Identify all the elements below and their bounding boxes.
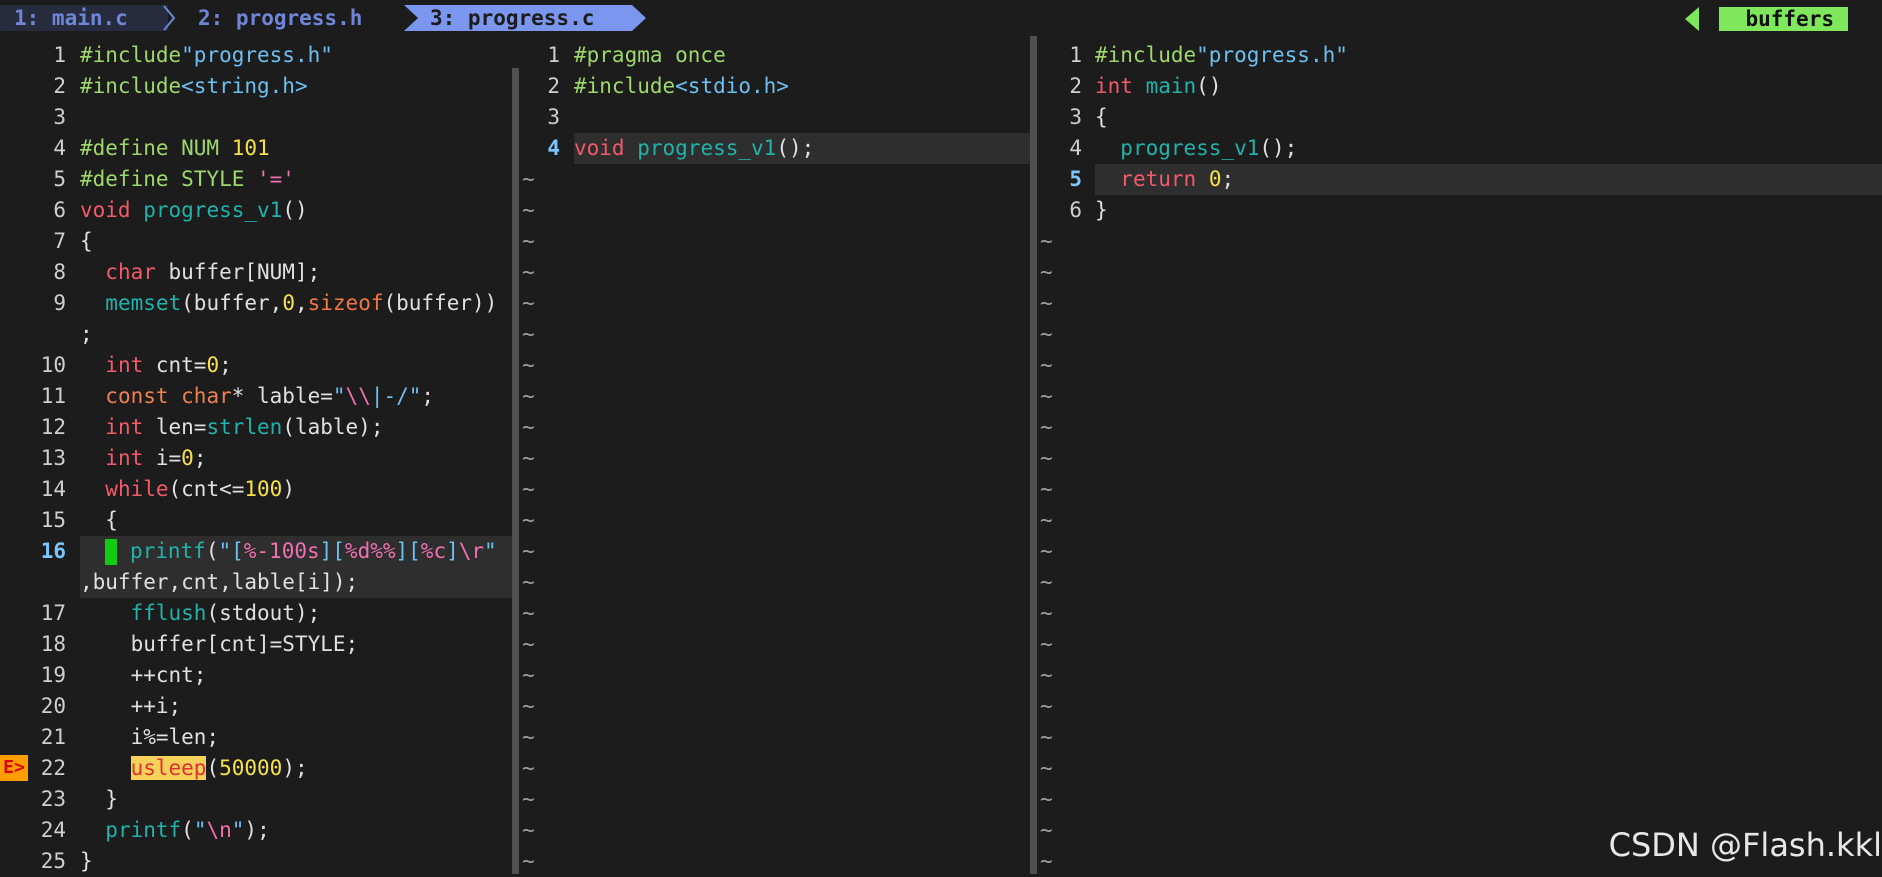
line-number: 6 xyxy=(1069,198,1082,222)
current-line-number: 5 xyxy=(1069,167,1082,191)
code-line[interactable]: ++cnt; xyxy=(80,660,207,691)
code-line[interactable]: usleep(50000); xyxy=(80,753,308,784)
current-line-number: 16 xyxy=(40,539,66,563)
code-line[interactable]: { xyxy=(80,505,118,536)
code-line[interactable]: const char* lable="\\|-/"; xyxy=(80,381,434,412)
line-number: 11 xyxy=(40,384,66,408)
line-number: 18 xyxy=(40,632,66,656)
code-line[interactable]: memset(buffer,0,sizeof(buffer)) xyxy=(80,288,497,319)
editor-pane-progress-c[interactable]: 1 #include"progress.h" 2 #include<string.h… xyxy=(0,40,512,874)
line-number: 3 xyxy=(547,105,560,129)
line-number: 2 xyxy=(1069,74,1082,98)
line-number: 3 xyxy=(1069,105,1082,129)
line-number: 2 xyxy=(547,74,560,98)
current-line-number: 4 xyxy=(547,136,560,160)
buffers-arrow-icon xyxy=(1685,7,1699,31)
line-number: 24 xyxy=(40,818,66,842)
line-number: 10 xyxy=(40,353,66,377)
code-line[interactable]: buffer[cnt]=STYLE; xyxy=(80,629,359,660)
window-separator[interactable] xyxy=(1030,36,1037,874)
line-number: 7 xyxy=(53,229,66,253)
line-number: 21 xyxy=(40,725,66,749)
watermark: CSDN @Flash.kkl xyxy=(1608,826,1882,864)
code-line-wrap[interactable]: ,buffer,cnt,lable[i]); xyxy=(80,567,358,598)
code-line-current[interactable]: printf("[%-100s][%d%%][%c]\r" xyxy=(80,536,497,567)
line-number: 19 xyxy=(40,663,66,687)
tab-progress-h[interactable]: 2: progress.h xyxy=(168,5,404,31)
code-line[interactable]: i%=len; xyxy=(80,722,220,753)
code-line[interactable]: int i=0; xyxy=(80,443,206,474)
line-number: 23 xyxy=(40,787,66,811)
code-line[interactable]: #define STYLE '=' xyxy=(80,164,295,195)
code-line[interactable]: #include"progress.h" xyxy=(80,40,333,71)
line-number: 6 xyxy=(53,198,66,222)
code-line-current[interactable]: void progress_v1(); xyxy=(574,133,814,164)
code-line[interactable]: #include<stdio.h> xyxy=(574,71,789,102)
code-line[interactable]: #define NUM 101 xyxy=(80,133,270,164)
code-line[interactable]: printf("\n"); xyxy=(80,815,269,846)
code-line[interactable]: int main() xyxy=(1095,71,1221,102)
code-line[interactable]: #include<string.h> xyxy=(80,71,308,102)
editor-pane-progress-h[interactable]: 1 #pragma once 2 #include<stdio.h> 3 4 void… xyxy=(536,40,1030,874)
cursor xyxy=(105,539,118,565)
tab-arrow-right-icon xyxy=(632,5,646,31)
code-line[interactable]: while(cnt<=100) xyxy=(80,474,295,505)
line-number: 5 xyxy=(53,167,66,191)
code-line[interactable]: char buffer[NUM]; xyxy=(80,257,320,288)
code-line[interactable]: } xyxy=(1095,195,1108,226)
line-number: 1 xyxy=(53,43,66,67)
code-line[interactable]: #pragma once xyxy=(574,40,726,71)
line-number: 25 xyxy=(40,849,66,873)
code-line[interactable]: void progress_v1() xyxy=(80,195,308,226)
line-number: 3 xyxy=(53,105,66,129)
line-number: 15 xyxy=(40,508,66,532)
tab-arrow-left-icon xyxy=(404,5,418,31)
code-line[interactable]: { xyxy=(1095,102,1108,133)
code-line[interactable]: #include"progress.h" xyxy=(1095,40,1348,71)
code-line[interactable]: } xyxy=(80,846,93,874)
line-number: 4 xyxy=(53,136,66,160)
code-line-wrap[interactable]: ; xyxy=(80,319,93,350)
code-line[interactable]: ++i; xyxy=(80,691,182,722)
editor-pane-main-c[interactable]: 1 #include"progress.h" 2 int main() 3 { 4 p… xyxy=(1040,40,1882,874)
line-number: 1 xyxy=(1069,43,1082,67)
line-number: 14 xyxy=(40,477,66,501)
line-number: 22 xyxy=(40,756,66,780)
tab-main-c[interactable]: 1: main.c xyxy=(0,5,168,31)
line-number: 13 xyxy=(40,446,66,470)
code-line[interactable]: int cnt=0; xyxy=(80,350,231,381)
code-line[interactable]: progress_v1(); xyxy=(1095,133,1297,164)
line-number: 8 xyxy=(53,260,66,284)
line-number: 2 xyxy=(53,74,66,98)
code-line[interactable]: fflush(stdout); xyxy=(80,598,321,629)
line-number: 12 xyxy=(40,415,66,439)
tab-progress-c[interactable]: 3: progress.c xyxy=(404,5,632,31)
code-line[interactable]: } xyxy=(80,784,118,815)
code-line-current[interactable]: return 0; xyxy=(1095,164,1234,195)
buffers-badge: buffers xyxy=(1719,7,1848,31)
code-line[interactable]: { xyxy=(80,226,93,257)
line-number: 17 xyxy=(40,601,66,625)
line-number: 9 xyxy=(53,291,66,315)
code-line[interactable]: int len=strlen(lable); xyxy=(80,412,383,443)
line-number: 1 xyxy=(547,43,560,67)
window-separator[interactable] xyxy=(512,68,519,874)
line-number: 20 xyxy=(40,694,66,718)
tabline: 1: main.c 2: progress.h 3: progress.c bu… xyxy=(0,0,1882,36)
line-number: 4 xyxy=(1069,136,1082,160)
